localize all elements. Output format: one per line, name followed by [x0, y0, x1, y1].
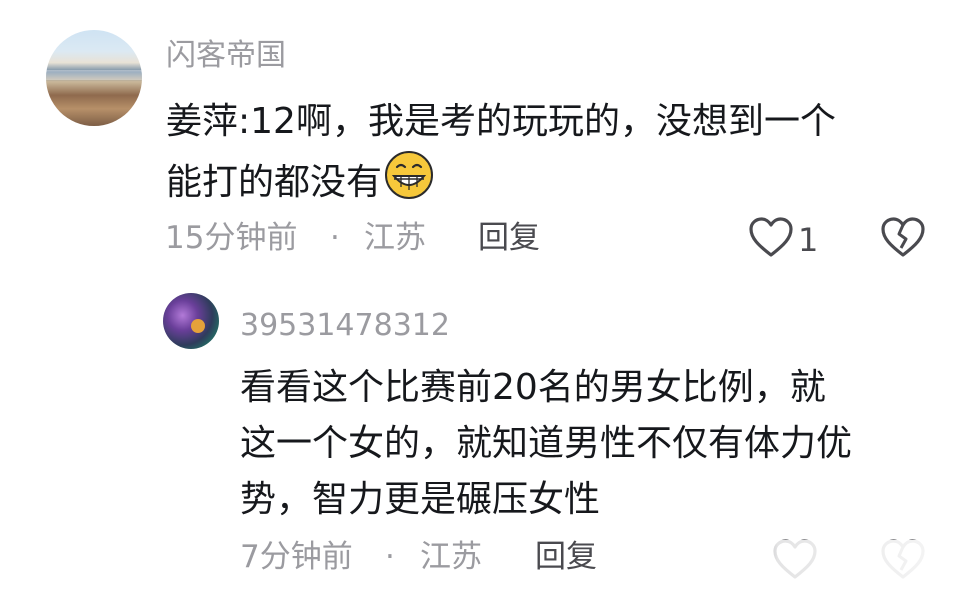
comment-text: 看看这个比赛前20名的男女比例，就 这一个女的，就知道男性不仅有体力优 势，智力…: [240, 360, 852, 528]
comment-line: 能打的都没有: [166, 162, 383, 203]
avatar-image-detail: [46, 70, 142, 80]
avatar[interactable]: [46, 30, 142, 126]
avatar[interactable]: [163, 293, 219, 349]
timestamp: 7分钟前: [240, 539, 353, 575]
avatar-image-detail: [191, 319, 205, 333]
like-count: 1: [798, 221, 819, 259]
watermark-fade: [720, 540, 950, 596]
reply-button[interactable]: 回复: [478, 218, 540, 258]
reply-button[interactable]: 回复: [535, 537, 597, 577]
location: 江苏: [420, 539, 482, 575]
separator: ·: [385, 539, 395, 575]
comment-line: 姜萍:12啊，我是考的玩玩的，没想到一个: [166, 101, 836, 142]
comment-thread: 闪客帝国 姜萍:12啊，我是考的玩玩的，没想到一个 能打的都没有 15分钟前 ·…: [0, 0, 960, 596]
comment-item: 闪客帝国 姜萍:12啊，我是考的玩玩的，没想到一个 能打的都没有 15分钟前 ·…: [0, 0, 960, 280]
username[interactable]: 39531478312: [240, 308, 450, 344]
comment-line: 势，智力更是碾压女性: [240, 479, 601, 520]
username[interactable]: 闪客帝国: [166, 38, 286, 74]
grinning-face-emoji: [385, 151, 434, 199]
location: 江苏: [364, 220, 426, 256]
separator: ·: [330, 220, 340, 256]
comment-text: 姜萍:12啊，我是考的玩玩的，没想到一个 能打的都没有: [166, 94, 836, 211]
comment-line: 看看这个比赛前20名的男女比例，就: [240, 367, 826, 408]
broken-heart-icon[interactable]: [880, 216, 926, 258]
comment-line: 这一个女的，就知道男性不仅有体力优: [240, 423, 853, 464]
timestamp: 15分钟前: [165, 220, 298, 256]
comment-line-with-emoji: 能打的都没有: [166, 150, 836, 211]
heart-outline-icon[interactable]: [748, 216, 794, 258]
